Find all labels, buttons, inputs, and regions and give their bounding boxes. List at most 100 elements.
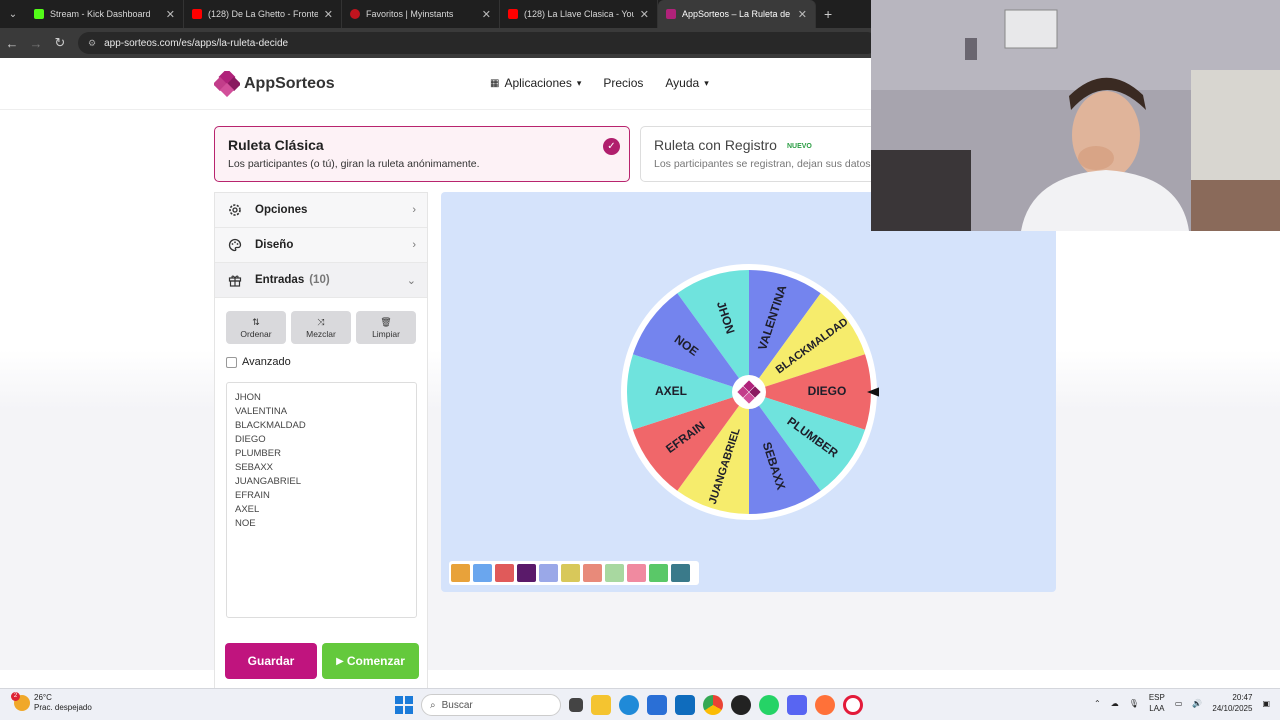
settings-sidebar: Opciones › Diseño › Entradas (10) ⌄ ⇅ Or… (214, 192, 428, 689)
roulette-wheel[interactable]: JHON VALENTINABLACKMALDADDIEGOPLUMBERSEBA… (619, 262, 879, 522)
forward-icon[interactable]: → (24, 36, 48, 51)
shuffle-button[interactable]: ⤨ Mezclar (291, 311, 351, 344)
tab-appsorteos[interactable]: AppSorteos – La Ruleta de la Su ✕ (658, 0, 816, 28)
mode-title: Ruleta Clásica (228, 137, 324, 153)
entry-line: BLACKMALDAD (235, 420, 306, 431)
firefox-icon[interactable] (815, 695, 835, 715)
entry-line: JHON (235, 392, 261, 403)
accordion-label: Opciones (255, 204, 308, 216)
color-swatch[interactable] (649, 564, 668, 582)
accordion-options[interactable]: Opciones › (215, 193, 427, 228)
chrome-icon[interactable] (703, 695, 723, 715)
edge-icon[interactable] (619, 695, 639, 715)
weather-temp: 26°C (34, 693, 52, 702)
gear-icon (228, 203, 242, 217)
tab-youtube-1[interactable]: (128) De La Ghetto - Fronteamo ✕ (184, 0, 342, 28)
clock[interactable]: 20:47 24/10/2025 (1212, 692, 1252, 714)
store-icon[interactable] (647, 695, 667, 715)
nav-help[interactable]: Ayuda ▾ (665, 76, 708, 90)
color-swatch[interactable] (451, 564, 470, 582)
url-text: app-sorteos.com/es/apps/la-ruleta-decide (104, 37, 289, 49)
color-theme-picker (449, 561, 699, 585)
webcam-overlay (871, 0, 1280, 231)
order-button[interactable]: ⇅ Ordenar (226, 311, 286, 344)
notifications-icon[interactable]: ▣ (1262, 699, 1270, 708)
start-button[interactable]: ▶ Comenzar (322, 643, 419, 679)
task-view-icon[interactable] (569, 698, 583, 712)
weather-widget[interactable]: 2 26°C Prac. despejado (11, 692, 92, 713)
reload-icon[interactable]: ↻ (48, 35, 72, 51)
url-field[interactable]: ⚙ app-sorteos.com/es/apps/la-ruleta-deci… (78, 32, 878, 54)
close-icon[interactable]: ✕ (798, 8, 807, 21)
windows-taskbar: 2 26°C Prac. despejado ⌕ Buscar ⌃ ☁ 🎙 ES… (0, 688, 1280, 720)
webcam-image (871, 0, 1280, 231)
outlook-icon[interactable] (675, 695, 695, 715)
mode-title-text: Ruleta con Registro (654, 137, 777, 153)
appsorteos-icon (666, 9, 676, 19)
save-label: Guardar (247, 654, 295, 668)
new-tab-icon[interactable]: + (824, 6, 832, 22)
entry-line: SEBAXX (235, 462, 274, 473)
color-swatch[interactable] (495, 564, 514, 582)
chevron-down-icon: ▾ (576, 77, 582, 88)
network-icon[interactable]: ▭ (1175, 699, 1183, 708)
entry-line: DIEGO (235, 434, 266, 445)
whatsapp-icon[interactable] (759, 695, 779, 715)
color-swatch[interactable] (473, 564, 492, 582)
wheel-label: AXEL (655, 384, 687, 398)
search-placeholder: Buscar (441, 699, 473, 711)
color-swatch[interactable] (671, 564, 690, 582)
tab-youtube-2[interactable]: (128) La Llave Clasica - YouTube ✕ (500, 0, 658, 28)
chevron-down-icon: ▾ (704, 77, 709, 88)
windows-start-icon[interactable] (395, 696, 413, 714)
sun-icon: 2 (11, 692, 30, 711)
discord-icon[interactable] (787, 695, 807, 715)
close-icon[interactable]: ✕ (324, 8, 333, 21)
accordion-entries[interactable]: Entradas (10) ⌄ (215, 263, 427, 298)
site-info-icon[interactable]: ⚙ (88, 38, 96, 49)
tab-myinstants[interactable]: Favoritos | Myinstants ✕ (342, 0, 500, 28)
obs-icon[interactable] (731, 695, 751, 715)
logo[interactable]: AppSorteos (214, 71, 335, 97)
clear-label: Limpiar (372, 328, 400, 339)
mode-classic-card[interactable]: Ruleta Clásica Los participantes (o tú),… (214, 126, 630, 182)
close-icon[interactable]: ✕ (640, 8, 649, 21)
file-explorer-icon[interactable] (591, 695, 611, 715)
color-swatch[interactable] (539, 564, 558, 582)
wheel-hub[interactable] (732, 375, 766, 409)
tab-title: Stream - Kick Dashboard (50, 9, 151, 19)
back-icon[interactable]: ← (0, 36, 24, 51)
color-swatch[interactable] (583, 564, 602, 582)
nav-prices[interactable]: Precios (603, 76, 643, 90)
language-indicator[interactable]: ESP LAA (1149, 692, 1165, 714)
nav-help-label: Ayuda (665, 76, 700, 90)
advanced-checkbox[interactable] (226, 356, 237, 368)
color-swatch[interactable] (627, 564, 646, 582)
chevron-up-icon[interactable]: ⌃ (1094, 699, 1101, 708)
close-icon[interactable]: ✕ (166, 8, 175, 21)
wheel-label: DIEGO (808, 384, 847, 398)
entries-textarea[interactable]: JHON VALENTINA BLACKMALDAD DIEGO PLUMBER SEBA… (226, 382, 417, 618)
microphone-icon[interactable]: 🎙 (1129, 699, 1139, 708)
check-icon: ✓ (603, 138, 620, 155)
advanced-toggle[interactable]: Avanzado (226, 356, 427, 368)
cloud-icon[interactable]: ☁ (1111, 699, 1119, 708)
logo-text: AppSorteos (244, 75, 335, 92)
save-button[interactable]: Guardar (225, 643, 317, 679)
entry-line: PLUMBER (235, 448, 281, 459)
volume-icon[interactable]: 🔊 (1192, 699, 1202, 708)
system-tray: ⌃ ☁ 🎙 ESP LAA ▭ 🔊 20:47 24/10/2025 ▣ (1094, 692, 1270, 714)
color-swatch[interactable] (605, 564, 624, 582)
color-swatch[interactable] (561, 564, 580, 582)
opera-icon[interactable] (843, 695, 863, 715)
close-icon[interactable]: ✕ (482, 8, 491, 21)
search-icon: ⌕ (430, 699, 436, 711)
taskbar-search[interactable]: ⌕ Buscar (421, 694, 561, 716)
color-swatch[interactable] (517, 564, 536, 582)
clear-button[interactable]: 🗑 Limpiar (356, 311, 416, 344)
tab-search-icon[interactable]: ⌄ (0, 0, 26, 28)
accordion-label: Diseño (255, 239, 294, 251)
nav-apps[interactable]: ▦ Aplicaciones ▾ (490, 76, 581, 90)
tab-kick[interactable]: Stream - Kick Dashboard ✕ (26, 0, 184, 28)
accordion-design[interactable]: Diseño › (215, 228, 427, 263)
